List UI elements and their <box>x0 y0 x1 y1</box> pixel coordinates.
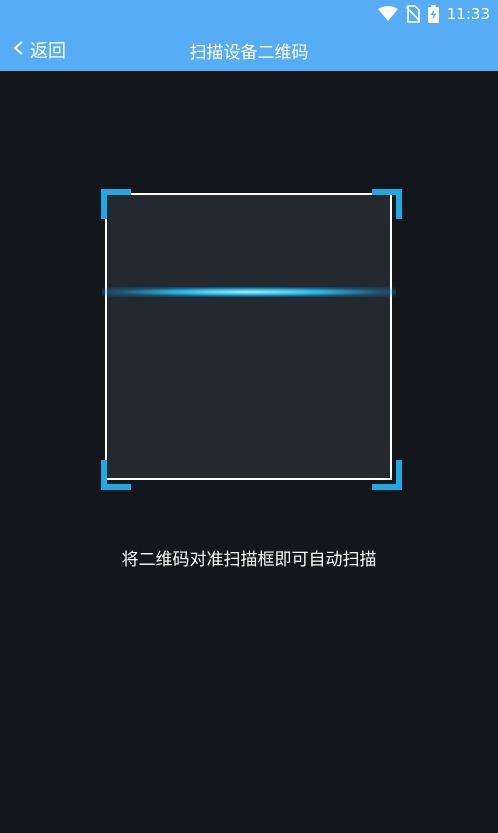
page-title: 扫描设备二维码 <box>189 43 309 63</box>
app-bar: 11:33 返回 扫描设备二维码 <box>0 0 498 71</box>
status-icons: 11:33 <box>377 4 490 24</box>
scan-corner-top-left <box>101 189 131 219</box>
scan-line <box>102 287 396 297</box>
scan-corner-bottom-right <box>372 460 402 490</box>
no-sim-icon <box>405 5 420 23</box>
toolbar: 返回 扫描设备二维码 <box>0 28 498 71</box>
scan-hint: 将二维码对准扫描框即可自动扫描 <box>121 550 377 570</box>
battery-charging-icon <box>427 5 439 23</box>
status-bar: 11:33 <box>0 0 498 28</box>
scan-corner-bottom-left <box>101 460 131 490</box>
scan-corner-top-right <box>372 189 402 219</box>
status-time: 11:33 <box>446 5 490 23</box>
scan-frame <box>105 193 392 480</box>
wifi-icon <box>377 6 398 22</box>
